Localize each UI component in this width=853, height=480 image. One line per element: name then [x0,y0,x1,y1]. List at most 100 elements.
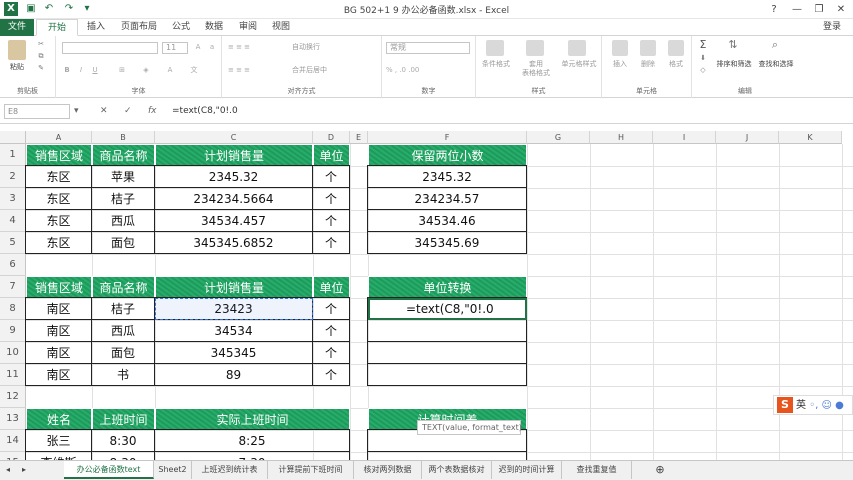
font-name-box[interactable] [62,42,158,54]
column-header-i[interactable]: I [653,131,716,144]
help-button[interactable]: ? [763,0,785,19]
column-header-d[interactable]: D [313,131,350,144]
grow-font-icon[interactable]: A [192,43,204,52]
column-header-e[interactable]: E [350,131,368,144]
row-header-2[interactable]: 2 [0,166,26,188]
row-header-4[interactable]: 4 [0,210,26,232]
row-header-9[interactable]: 9 [0,320,26,342]
clear-icon[interactable]: ◇ [696,66,710,75]
row-header-12[interactable]: 12 [0,386,26,408]
restore-button[interactable]: ❐ [808,0,830,19]
insert-button[interactable]: 插入 [606,60,634,69]
cut-icon[interactable]: ✂ [34,40,48,49]
align-top-icons[interactable]: ≡ ≡ ≡ [228,43,278,52]
cancel-formula-icon[interactable]: ✕ [100,106,108,116]
copy-icon[interactable]: ⧉ [34,52,48,61]
number-format-icons[interactable]: % , .0 .00 [386,66,470,75]
row-header-1[interactable]: 1 [0,144,26,166]
wrap-text-button[interactable]: 自动换行 [292,43,352,52]
phonetic-icon[interactable]: 文 [188,66,200,75]
paste-button[interactable]: 粘贴 [4,63,30,72]
sheet-tab[interactable]: 查找重复值 [562,461,632,479]
insert-function-icon[interactable]: fx [148,106,157,116]
close-button[interactable]: ✕ [830,0,852,19]
table-format-button[interactable]: 套用 表格格式 [516,60,556,78]
minimize-button[interactable]: — [786,0,808,19]
ime-punct-icon[interactable]: ◦, [809,400,818,411]
italic-icon[interactable]: I [76,66,86,75]
row-header-6[interactable]: 6 [0,254,26,276]
sheet-tab[interactable]: 两个表数据核对 [422,461,492,479]
row-header-3[interactable]: 3 [0,188,26,210]
row-header-11[interactable]: 11 [0,364,26,386]
table-format-icon[interactable] [526,40,544,56]
column-header-a[interactable]: A [26,131,92,144]
fill-color-icon[interactable]: ◈ [140,66,152,75]
tab-data[interactable]: 数据 [198,19,230,36]
namebox-dropdown-icon[interactable]: ▾ [74,106,79,116]
sign-in-link[interactable]: 登录 [815,19,849,36]
cell-style-icon[interactable] [568,40,586,56]
column-header-k[interactable]: K [779,131,842,144]
row-header-15[interactable]: 15 [0,452,26,460]
font-size-box[interactable]: 11 [162,42,188,54]
sort-filter-icon[interactable]: ⇅ [726,39,740,50]
delete-button[interactable]: 删除 [634,60,662,69]
select-all-corner[interactable] [0,131,26,144]
conditional-format-button[interactable]: 条件格式 [476,60,516,69]
border-icon[interactable]: ⊞ [116,66,128,75]
sheet-tab[interactable]: Sheet2 [154,461,192,479]
tab-view[interactable]: 视图 [266,19,296,36]
tab-page-layout[interactable]: 页面布局 [114,19,164,36]
find-select-icon[interactable]: ⌕ [768,39,782,50]
tab-file[interactable]: 文件 [0,19,34,36]
formula-input[interactable]: =text(C8,"0!.0 [172,106,238,116]
format-cells-icon[interactable] [668,40,684,56]
row-header-10[interactable]: 10 [0,342,26,364]
sheet-tab[interactable]: 迟到的时间计算 [492,461,562,479]
number-format-box[interactable]: 常规 [386,42,470,54]
row-header-14[interactable]: 14 [0,430,26,452]
cell-style-button[interactable]: 单元格样式 [556,60,602,69]
fill-icon[interactable]: ⬇ [696,54,710,63]
tab-formulas[interactable]: 公式 [166,19,196,36]
column-header-h[interactable]: H [590,131,653,144]
row-header-8[interactable]: 8 [0,298,26,320]
sort-filter-button[interactable]: 排序和筛选 [712,60,756,69]
ime-mode-label[interactable]: 英 [796,400,806,411]
row-header-7[interactable]: 7 [0,276,26,298]
column-header-f[interactable]: F [368,131,527,144]
worksheet[interactable]: ABCDEFGHIJK 12345678910111213141516 销售区域… [0,124,853,460]
insert-cells-icon[interactable] [612,40,628,56]
conditional-format-icon[interactable] [486,40,504,56]
column-header-b[interactable]: B [92,131,155,144]
tab-scroll-left-icon[interactable]: ◂ [0,461,16,479]
bold-icon[interactable]: B [62,66,72,75]
enter-formula-icon[interactable]: ✓ [124,106,132,116]
sheet-tab[interactable]: 办公必备函数text [64,461,154,479]
find-select-button[interactable]: 查找和选择 [754,60,798,69]
name-box[interactable]: E8 [4,104,70,119]
row-header-5[interactable]: 5 [0,232,26,254]
autosum-icon[interactable]: Σ [696,39,710,50]
format-painter-icon[interactable]: ✎ [34,64,48,73]
column-header-c[interactable]: C [155,131,313,144]
delete-cells-icon[interactable] [640,40,656,56]
sheet-tab[interactable]: 上班迟到统计表 [192,461,268,479]
tab-scroll-right-icon[interactable]: ▸ [16,461,32,479]
row-header-13[interactable]: 13 [0,408,26,430]
tab-insert[interactable]: 插入 [80,19,112,36]
sheet-tab[interactable]: 核对两列数据 [354,461,422,479]
paste-icon[interactable] [8,40,26,60]
shrink-font-icon[interactable]: a [206,43,218,52]
tab-review[interactable]: 审阅 [232,19,264,36]
ime-emoji-icon[interactable]: ☺ [821,400,831,411]
align-left-icons[interactable]: ≡ ≡ ≡ [228,66,278,75]
ime-mic-icon[interactable]: ● [835,400,844,411]
column-header-j[interactable]: J [716,131,779,144]
font-color-icon[interactable]: A [164,66,176,75]
add-sheet-icon[interactable]: ⊕ [652,461,668,479]
merge-center-button[interactable]: 合并后居中 [292,66,362,75]
ime-toolbar[interactable]: S英 ◦, ☺ ● [773,395,853,415]
tab-home[interactable]: 开始 [36,19,78,36]
